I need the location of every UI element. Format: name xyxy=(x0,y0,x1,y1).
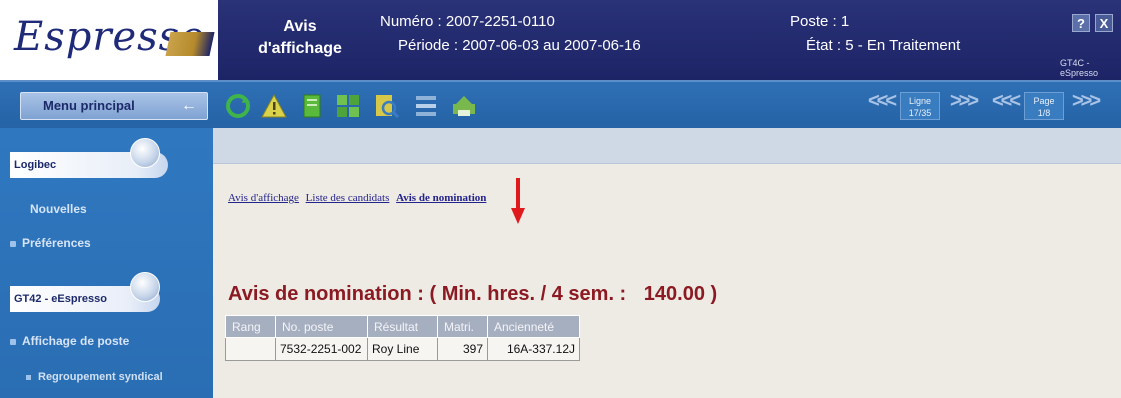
page-value: 1/8 xyxy=(1037,108,1051,118)
cell-matri: 397 xyxy=(437,337,488,361)
main-menu-label: Menu principal xyxy=(43,98,135,113)
line-label: Ligne xyxy=(908,96,932,106)
next-line-button[interactable]: >>> xyxy=(950,90,979,113)
refresh-icon[interactable] xyxy=(224,92,252,120)
tab-liste-candidats[interactable]: Liste des candidats xyxy=(306,192,390,204)
poste-label: Poste : xyxy=(790,13,837,30)
etat-label: État : xyxy=(806,37,842,54)
app-header: Espresso Avis d'affichage Numéro : 2007-… xyxy=(0,0,1121,80)
col-resultat: Résultat xyxy=(367,315,438,338)
sidebar: Logibec Nouvelles Préférences GT42 - eEs… xyxy=(0,128,213,398)
periode-label: Période : xyxy=(398,37,459,54)
back-arrow-icon: ← xyxy=(181,97,197,114)
tab-avis-nomination[interactable]: Avis de nomination xyxy=(396,192,486,204)
line-counter: Ligne 17/35 xyxy=(900,92,940,120)
document-title-line1: Avis xyxy=(283,18,317,35)
help-button[interactable]: ? xyxy=(1072,14,1090,32)
grid-icon[interactable] xyxy=(334,92,362,120)
sidebar-item-nouvelles[interactable]: Nouvelles xyxy=(30,202,87,216)
periode-value: 2007-06-03 au 2007-06-16 xyxy=(462,37,641,54)
sidebar-item-preferences[interactable]: Préférences xyxy=(10,236,91,250)
numero-value: 2007-2251-0110 xyxy=(445,13,555,30)
numero-row: Numéro : 2007-2251-0110 xyxy=(380,10,641,34)
cell-resultat: Roy Line xyxy=(367,337,438,361)
poste-value: 1 xyxy=(840,13,850,30)
tab-avis-affichage[interactable]: Avis d'affichage xyxy=(228,192,299,204)
document-green-icon[interactable] xyxy=(298,92,326,120)
etat-row: État : 5 - En Traitement xyxy=(790,34,960,58)
posting-meta: Numéro : 2007-2251-0110 Période : 2007-0… xyxy=(380,10,641,58)
search-document-icon[interactable] xyxy=(372,92,400,120)
espresso-logo: Espresso xyxy=(0,0,218,80)
col-anciennete: Ancienneté xyxy=(487,315,580,338)
page-title: Avis de nomination : ( Min. hres. / 4 se… xyxy=(228,283,717,306)
sidebar-subitem-regroupement[interactable]: Regroupement syndical xyxy=(26,371,163,383)
prev-page-button[interactable]: <<< xyxy=(992,90,1021,113)
min-hours-value: 140.00 ) xyxy=(643,283,718,305)
sidebar-item-affichage[interactable]: Affichage de poste xyxy=(9,334,129,348)
page-title-text: Avis de nomination : ( Min. hres. / 4 se… xyxy=(228,283,627,305)
document-title-line2: d'affichage xyxy=(258,40,342,57)
numero-label: Numéro : xyxy=(380,13,442,30)
globe-icon xyxy=(130,138,160,168)
col-rang: Rang xyxy=(225,315,276,338)
etat-value: 5 - En Traitement xyxy=(845,37,961,54)
logo-accent-bar xyxy=(165,32,215,56)
globe-icon xyxy=(130,272,160,302)
page-label: Page xyxy=(1033,96,1055,106)
periode-row: Période : 2007-06-03 au 2007-06-16 xyxy=(380,34,641,58)
main-menu-button[interactable]: Menu principal ← xyxy=(20,92,208,120)
content-header-band xyxy=(213,128,1121,164)
main-content: Avis d'affichage Liste des candidats Avi… xyxy=(213,128,1121,398)
status-meta: Poste : 1 État : 5 - En Traitement xyxy=(790,10,960,58)
col-no-poste: No. poste xyxy=(275,315,368,338)
table-header-row: Rang No. poste Résultat Matri. Anciennet… xyxy=(225,315,580,338)
print-icon[interactable] xyxy=(450,92,478,120)
prev-line-button[interactable]: <<< xyxy=(868,90,897,113)
cell-anciennete: 16A-337.12J xyxy=(487,337,580,361)
user-code: GT4C - eSpresso xyxy=(1060,58,1099,78)
list-icon[interactable] xyxy=(412,92,440,120)
poste-row: Poste : 1 xyxy=(790,10,960,34)
document-tabs: Avis d'affichage Liste des candidats Avi… xyxy=(228,178,525,224)
close-button[interactable]: X xyxy=(1095,14,1113,32)
document-title: Avis d'affichage xyxy=(250,16,350,60)
red-arrow-icon xyxy=(511,178,525,224)
next-page-button[interactable]: >>> xyxy=(1072,90,1101,113)
page-counter: Page 1/8 xyxy=(1024,92,1064,120)
nomination-table: Rang No. poste Résultat Matri. Anciennet… xyxy=(225,315,580,361)
cell-no-poste: 7532-2251-002 xyxy=(275,337,368,361)
toolbar: Menu principal ← <<< Ligne 17/35 >>> <<<… xyxy=(0,80,1121,128)
line-value: 17/35 xyxy=(908,108,932,118)
cell-rang xyxy=(225,337,276,361)
warning-icon[interactable] xyxy=(260,92,288,120)
table-row[interactable]: 7532-2251-002 Roy Line 397 16A-337.12J xyxy=(225,337,580,361)
col-matri: Matri. xyxy=(437,315,488,338)
